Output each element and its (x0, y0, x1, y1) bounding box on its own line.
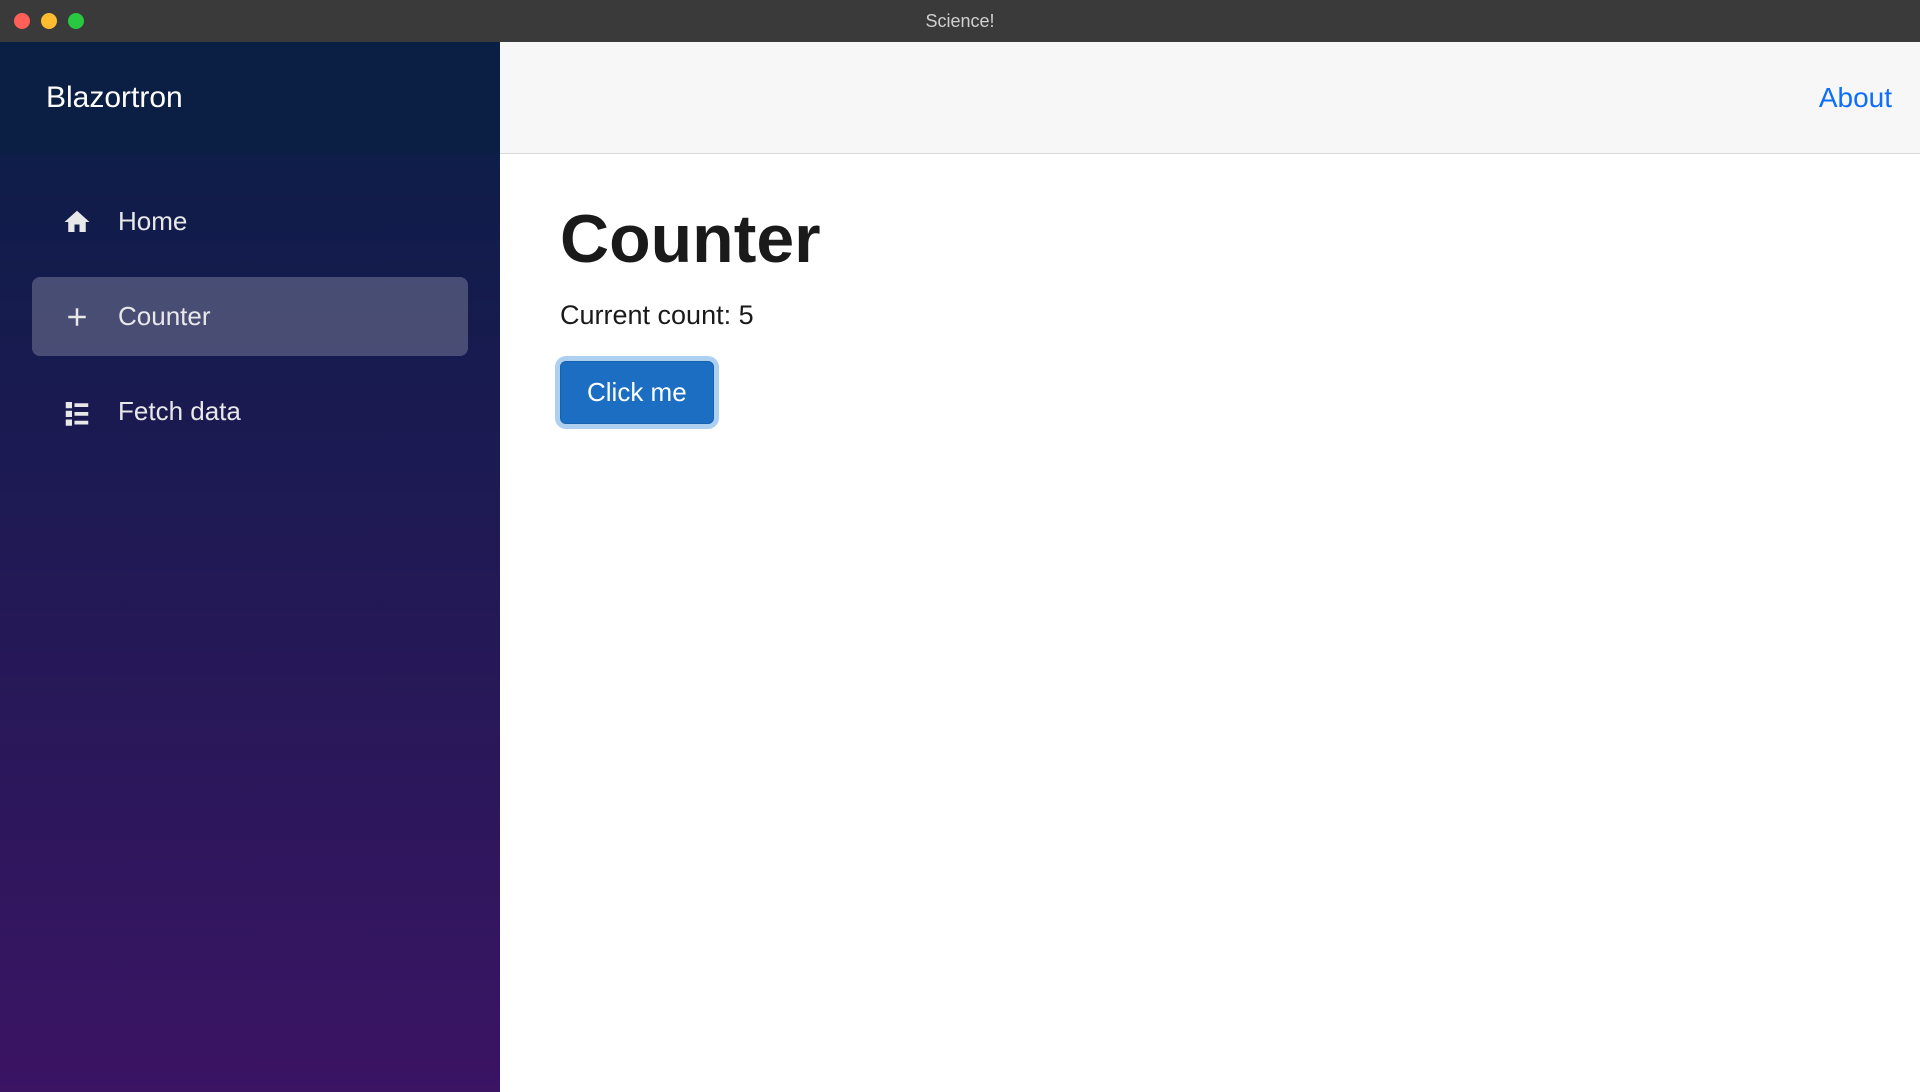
sidebar-item-label: Counter (118, 301, 211, 332)
sidebar-nav: Home Counter Fetch data (0, 154, 500, 471)
content: Counter Current count: 5 Click me (500, 154, 1920, 470)
window-title: Science! (925, 11, 994, 32)
close-window-button[interactable] (14, 13, 30, 29)
about-link[interactable]: About (1819, 82, 1892, 114)
minimize-window-button[interactable] (41, 13, 57, 29)
brand-text: Blazortron (46, 81, 183, 115)
page-title: Counter (560, 200, 1860, 278)
click-me-button[interactable]: Click me (560, 361, 714, 424)
count-text: Current count: 5 (560, 300, 1860, 331)
maximize-window-button[interactable] (68, 13, 84, 29)
app-body: Blazortron Home Counter (0, 42, 1920, 1092)
plus-icon (62, 302, 92, 332)
list-icon (62, 397, 92, 427)
sidebar: Blazortron Home Counter (0, 42, 500, 1092)
sidebar-item-fetch-data[interactable]: Fetch data (32, 372, 468, 451)
sidebar-item-counter[interactable]: Counter (32, 277, 468, 356)
sidebar-item-label: Fetch data (118, 396, 241, 427)
app-window: Science! Blazortron Home Counter (0, 0, 1920, 1092)
sidebar-item-label: Home (118, 206, 187, 237)
home-icon (62, 207, 92, 237)
topbar: About (500, 42, 1920, 154)
main: About Counter Current count: 5 Click me (500, 42, 1920, 1092)
traffic-lights (14, 13, 84, 29)
sidebar-item-home[interactable]: Home (32, 182, 468, 261)
sidebar-brand[interactable]: Blazortron (0, 42, 500, 154)
titlebar: Science! (0, 0, 1920, 42)
